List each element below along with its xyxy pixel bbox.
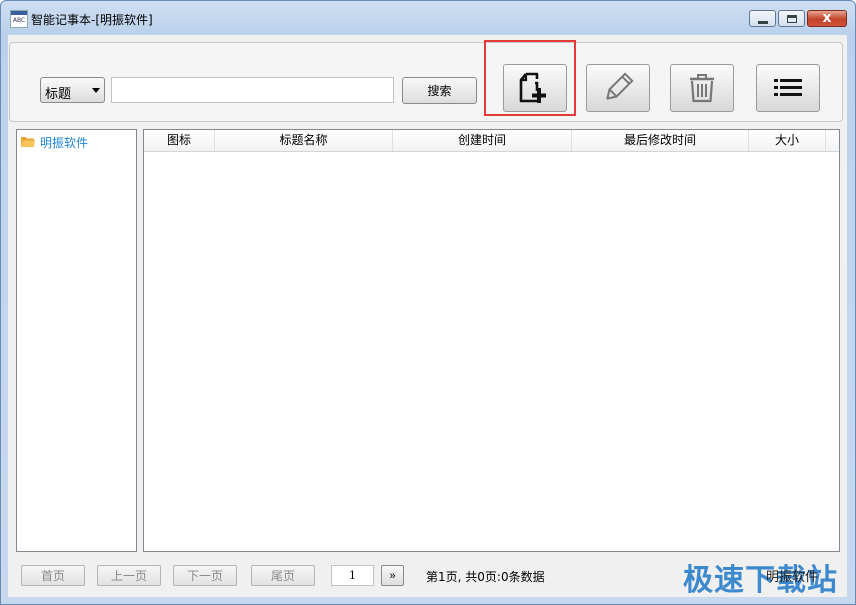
notes-list: 图标 标题名称 创建时间 最后修改时间 大小 xyxy=(143,129,840,552)
page-number-input[interactable]: 1 xyxy=(331,565,374,586)
close-icon: x xyxy=(822,10,832,26)
column-header-icon[interactable]: 图标 xyxy=(144,130,215,151)
list-view-button[interactable] xyxy=(756,64,820,112)
minimize-icon xyxy=(758,21,768,24)
go-page-button[interactable]: » xyxy=(381,565,404,586)
column-header-title[interactable]: 标题名称 xyxy=(215,130,393,151)
edit-note-button[interactable] xyxy=(586,64,650,112)
pencil-icon xyxy=(606,72,634,100)
chevron-down-icon xyxy=(92,88,100,93)
title-bar[interactable]: ABC 智能记事本-[明振软件] x xyxy=(1,1,855,35)
search-field-select[interactable]: 标题 xyxy=(40,77,105,103)
last-page-button[interactable]: 尾页 xyxy=(251,565,315,586)
tree-item-label: 明振软件 xyxy=(40,136,89,150)
app-window: ABC 智能记事本-[明振软件] x 标题 搜索 明振软件 图标 标题名称 创建… xyxy=(0,0,856,605)
maximize-button[interactable] xyxy=(778,10,805,27)
list-icon xyxy=(774,79,802,96)
trash-icon xyxy=(690,74,714,103)
category-tree: 明振软件 xyxy=(16,129,137,552)
client-area: 标题 搜索 明振软件 图标 标题名称 创建时间 最后修改时间 大小 首页 上一页… xyxy=(8,35,847,597)
search-button[interactable]: 搜索 xyxy=(402,77,477,104)
search-field-value: 标题 xyxy=(45,87,72,102)
minimize-button[interactable] xyxy=(749,10,776,27)
maximize-icon xyxy=(787,15,797,23)
highlight-box xyxy=(484,40,576,116)
search-input[interactable] xyxy=(111,77,394,103)
delete-note-button[interactable] xyxy=(670,64,734,112)
page-info-text: 第1页, 共0页:0条数据 xyxy=(426,570,545,584)
list-header: 图标 标题名称 创建时间 最后修改时间 大小 xyxy=(144,130,839,152)
window-title: 智能记事本-[明振软件] xyxy=(31,13,153,27)
next-page-button[interactable]: 下一页 xyxy=(173,565,237,586)
toolbar-panel: 标题 搜索 xyxy=(9,42,843,122)
app-icon: ABC xyxy=(10,10,28,28)
column-header-size[interactable]: 大小 xyxy=(749,130,826,151)
column-header-modified[interactable]: 最后修改时间 xyxy=(572,130,749,151)
first-page-button[interactable]: 首页 xyxy=(21,565,85,586)
column-header-created[interactable]: 创建时间 xyxy=(393,130,572,151)
prev-page-button[interactable]: 上一页 xyxy=(97,565,161,586)
folder-icon xyxy=(21,137,35,147)
close-button[interactable]: x xyxy=(807,10,847,27)
watermark-sub: 明振软件 xyxy=(766,570,819,585)
